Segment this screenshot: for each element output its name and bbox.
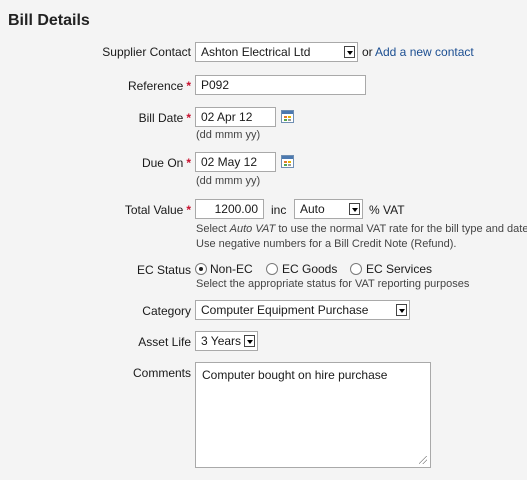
required-marker: * xyxy=(186,203,191,217)
add-new-contact-link[interactable]: Add a new contact xyxy=(375,45,474,59)
chevron-down-icon xyxy=(344,46,355,58)
vat-suffix-text: % VAT xyxy=(369,203,405,217)
comments-value: Computer bought on hire purchase xyxy=(202,368,388,382)
due-on-input[interactable]: 02 May 12 xyxy=(195,152,276,172)
ec-status-radio-ec-goods[interactable] xyxy=(266,263,278,275)
comments-textarea[interactable]: Computer bought on hire purchase xyxy=(195,362,431,468)
asset-life-label: Asset Life xyxy=(138,335,191,349)
reference-label: Reference * xyxy=(127,79,191,93)
supplier-contact-value: Ashton Electrical Ltd xyxy=(201,45,311,59)
ec-status-radio-non-ec[interactable] xyxy=(195,263,207,275)
calendar-icon[interactable] xyxy=(281,155,294,168)
chevron-down-icon xyxy=(244,335,255,347)
required-marker: * xyxy=(186,111,191,125)
total-value-input[interactable]: 1200.00 xyxy=(195,199,264,219)
bill-date-format-hint: (dd mmm yy) xyxy=(196,129,261,141)
due-on-format-hint: (dd mmm yy) xyxy=(196,175,261,187)
vat-select-value: Auto xyxy=(300,202,325,216)
ec-status-radio-ec-services[interactable] xyxy=(350,263,362,275)
vat-select[interactable]: Auto xyxy=(294,199,363,219)
total-value-label: Total Value * xyxy=(124,203,191,217)
required-marker: * xyxy=(186,79,191,93)
supplier-contact-label: Supplier Contact xyxy=(102,45,191,59)
bill-date-input[interactable]: 02 Apr 12 xyxy=(195,107,276,127)
required-marker: * xyxy=(186,156,191,170)
ec-status-hint: Select the appropriate status for VAT re… xyxy=(196,278,470,290)
inc-text: inc xyxy=(271,203,287,217)
category-label: Category xyxy=(142,304,191,318)
calendar-icon[interactable] xyxy=(281,110,294,123)
ec-status-label: EC Status xyxy=(136,263,191,277)
due-on-label: Due On * xyxy=(141,156,191,170)
page-title: Bill Details xyxy=(8,12,90,29)
total-value-hint: Select Auto VAT to use the normal VAT ra… xyxy=(196,223,527,250)
ec-status-option-label: EC Goods xyxy=(282,262,338,276)
asset-life-select[interactable]: 3 Years xyxy=(195,331,258,351)
category-value: Computer Equipment Purchase xyxy=(201,303,369,317)
or-text: or xyxy=(362,45,373,59)
comments-label: Comments xyxy=(132,366,191,380)
chevron-down-icon xyxy=(349,203,360,215)
reference-input[interactable]: P092 xyxy=(195,75,366,95)
supplier-contact-select[interactable]: Ashton Electrical Ltd xyxy=(195,42,358,62)
ec-status-option-label: Non-EC xyxy=(210,262,253,276)
bill-date-label: Bill Date * xyxy=(138,111,191,125)
asset-life-value: 3 Years xyxy=(201,334,242,348)
resize-grip-icon[interactable] xyxy=(419,456,427,464)
category-select[interactable]: Computer Equipment Purchase xyxy=(195,300,410,320)
ec-status-option-label: EC Services xyxy=(366,262,433,276)
chevron-down-icon xyxy=(396,304,407,316)
